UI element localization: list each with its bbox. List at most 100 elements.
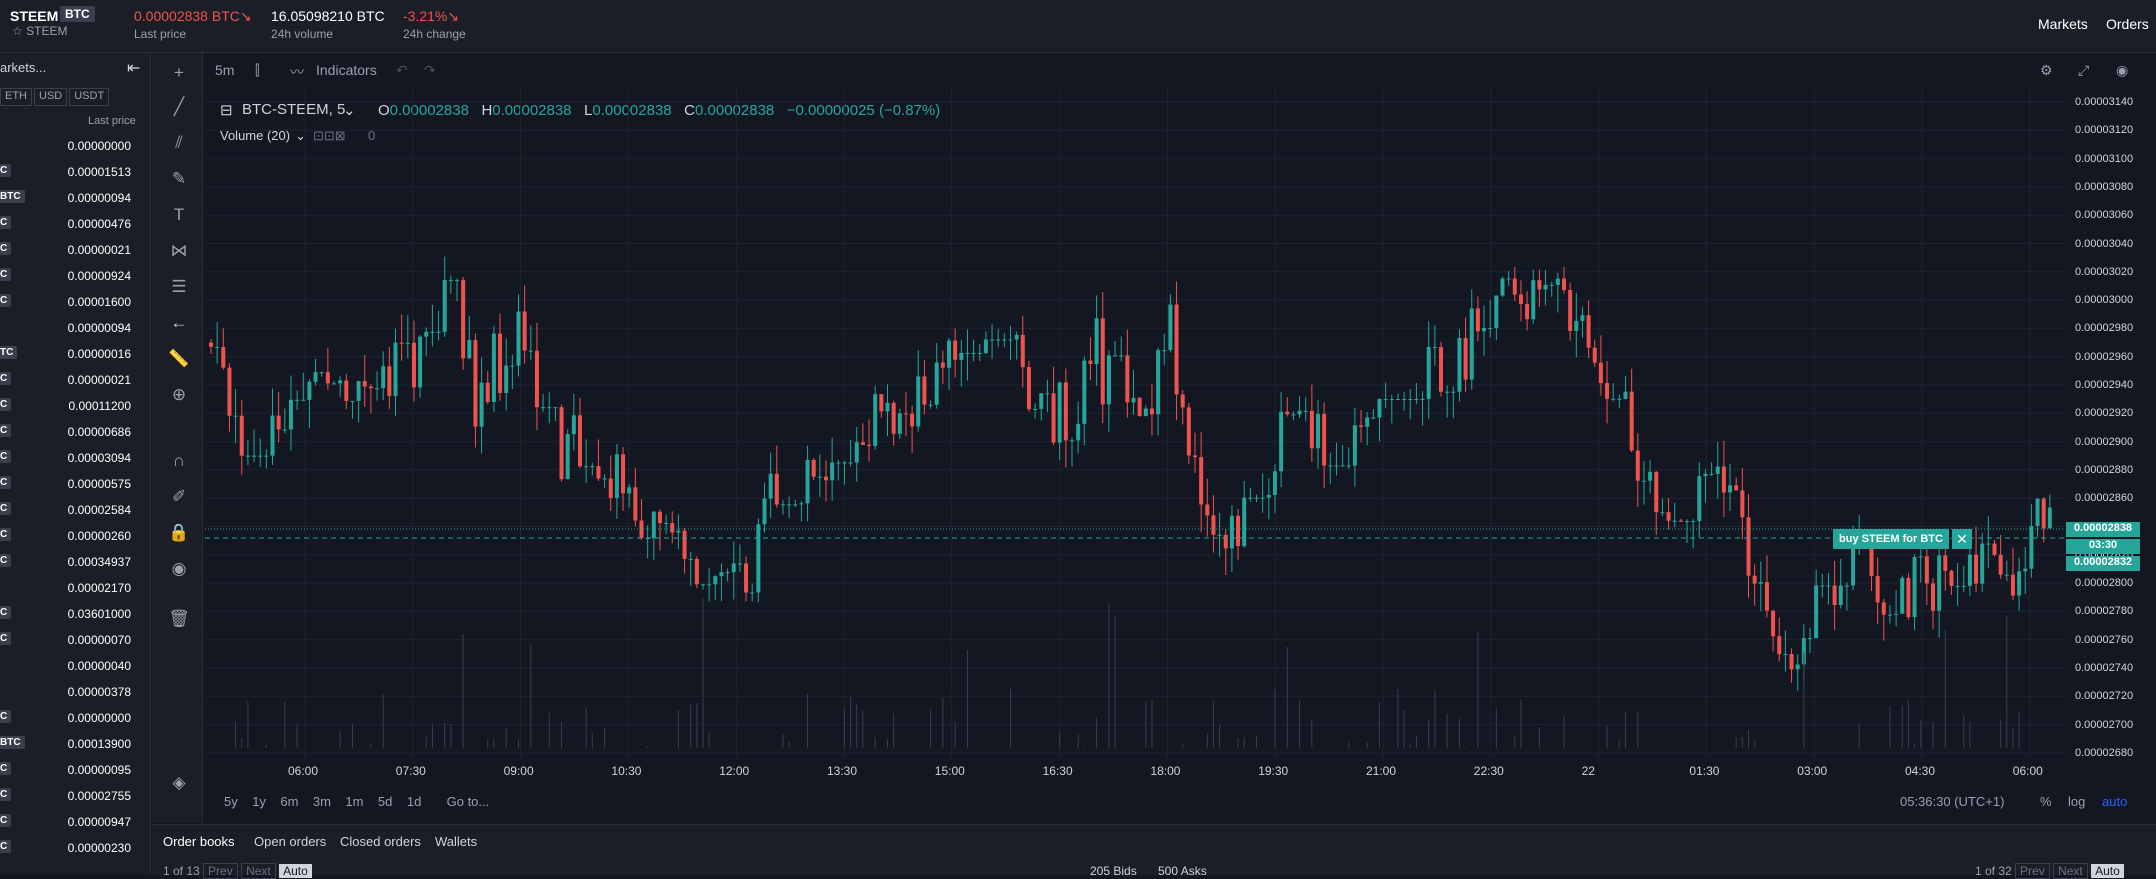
- market-row[interactable]: C0.00000947: [0, 812, 140, 832]
- market-row[interactable]: C0.03601000: [0, 604, 140, 624]
- market-row[interactable]: C0.00001513: [0, 162, 140, 182]
- fullscreen-icon[interactable]: ⤢: [2078, 62, 2089, 79]
- market-row[interactable]: C0.00000000: [0, 708, 140, 728]
- range-6m[interactable]: 6m: [280, 794, 298, 809]
- market-row[interactable]: C0.00000476: [0, 214, 140, 234]
- pair-base[interactable]: STEEM: [10, 8, 58, 24]
- layers-icon[interactable]: ◈: [168, 773, 190, 793]
- brush-icon[interactable]: ✎: [168, 169, 190, 189]
- indicators-icon[interactable]: 〰: [290, 62, 304, 82]
- asks-next-button[interactable]: Next: [2053, 863, 2088, 879]
- tab-usd[interactable]: USD: [34, 88, 67, 106]
- magnet-icon[interactable]: ∩: [168, 451, 190, 471]
- eye-icon[interactable]: ◉: [168, 559, 190, 579]
- market-row[interactable]: C0.00000260: [0, 526, 140, 546]
- price-chart[interactable]: [205, 88, 2065, 758]
- star-icon[interactable]: ☆: [12, 24, 23, 38]
- bids-next-button[interactable]: Next: [241, 863, 276, 879]
- market-row[interactable]: C0.00000070: [0, 630, 140, 650]
- tab-open-orders[interactable]: Open orders: [254, 834, 326, 849]
- settings-icon[interactable]: ⚙: [2040, 62, 2053, 79]
- pitchfork-icon[interactable]: ⫽: [168, 133, 190, 153]
- tab-wallets[interactable]: Wallets: [435, 834, 477, 849]
- scale-log[interactable]: log: [2068, 794, 2085, 809]
- redo-icon[interactable]: ↷: [424, 62, 436, 79]
- crosshair-icon[interactable]: +: [168, 63, 190, 83]
- market-row[interactable]: C0.00003094: [0, 448, 140, 468]
- range-3m[interactable]: 3m: [313, 794, 331, 809]
- market-row[interactable]: TC0.00000016: [0, 344, 140, 364]
- market-row[interactable]: BTC0.00000094: [0, 188, 140, 208]
- nav-markets[interactable]: Markets: [2038, 16, 2088, 32]
- volume-bar: [1311, 720, 1312, 748]
- scale-auto[interactable]: auto: [2102, 794, 2127, 809]
- interval-selector[interactable]: 5m: [215, 62, 234, 78]
- candle-type-icon[interactable]: ⫿: [255, 62, 259, 79]
- market-row[interactable]: C0.00000686: [0, 422, 140, 442]
- tab-usdt[interactable]: USDT: [69, 88, 109, 106]
- market-row[interactable]: C0.00000230: [0, 838, 140, 858]
- eye-toggle-icon[interactable]: ◉: [2116, 62, 2128, 79]
- candle-body: [590, 466, 594, 467]
- last-price-column-header[interactable]: Last price: [88, 115, 136, 127]
- zoom-icon[interactable]: ⊕: [168, 385, 190, 405]
- range-1m[interactable]: 1m: [345, 794, 363, 809]
- clock-timezone[interactable]: 05:36:30 (UTC+1): [1900, 794, 2004, 809]
- market-row[interactable]: C0.00000095: [0, 760, 140, 780]
- market-row[interactable]: C0.00001600: [0, 292, 140, 312]
- range-5y[interactable]: 5y: [224, 794, 238, 809]
- tab-order-books[interactable]: Order books: [163, 834, 235, 849]
- candle-body: [1224, 535, 1228, 549]
- volume-bar: [1238, 738, 1239, 748]
- market-row[interactable]: C0.00011200: [0, 396, 140, 416]
- candle-body: [1353, 425, 1357, 465]
- indicators-button[interactable]: Indicators: [316, 62, 377, 78]
- close-order-icon[interactable]: ✕: [1952, 529, 1972, 549]
- range-1y[interactable]: 1y: [252, 794, 266, 809]
- market-row[interactable]: C0.00002755: [0, 786, 140, 806]
- asks-prev-button[interactable]: Prev: [2015, 863, 2050, 879]
- ruler-icon[interactable]: 📏: [168, 349, 190, 369]
- candle-body: [1427, 347, 1431, 399]
- goto-date-button[interactable]: Go to...: [447, 794, 490, 809]
- trend-line-icon[interactable]: ╱: [168, 97, 190, 117]
- text-tool-icon[interactable]: T: [168, 205, 190, 225]
- collapse-sidebar-icon[interactable]: ⇤: [127, 58, 140, 78]
- candle-body: [1974, 555, 1978, 584]
- market-row[interactable]: 0.00000094: [0, 318, 140, 338]
- pattern-icon[interactable]: ⋈: [168, 241, 190, 261]
- market-row[interactable]: BTC0.00013900: [0, 734, 140, 754]
- market-row[interactable]: 0.00000000: [0, 136, 140, 156]
- buy-order-button[interactable]: buy STEEM for BTC: [1833, 529, 1949, 549]
- bids-prev-button[interactable]: Prev: [203, 863, 238, 879]
- volume-bar: [1902, 706, 1903, 748]
- range-5d[interactable]: 5d: [378, 794, 392, 809]
- market-row[interactable]: 0.00000378: [0, 682, 140, 702]
- market-row[interactable]: C0.00034937: [0, 552, 140, 572]
- tab-eth[interactable]: ETH: [0, 88, 32, 106]
- bids-auto-select[interactable]: Auto: [279, 864, 312, 878]
- volume-bar: [432, 725, 433, 748]
- lock-icon[interactable]: 🔒: [168, 523, 190, 543]
- market-row[interactable]: 0.00000040: [0, 656, 140, 676]
- lock-drawings-icon[interactable]: ✐: [168, 487, 190, 507]
- volume-bar: [678, 710, 679, 748]
- market-row[interactable]: C0.00002584: [0, 500, 140, 520]
- asks-auto-select[interactable]: Auto: [2091, 864, 2124, 878]
- candle-body: [517, 312, 521, 366]
- undo-icon[interactable]: ↶: [396, 62, 408, 79]
- nav-orders[interactable]: Orders: [2106, 16, 2149, 32]
- scale-percent[interactable]: %: [2040, 794, 2052, 809]
- market-row[interactable]: 0.00002170: [0, 578, 140, 598]
- market-row[interactable]: C0.00000924: [0, 266, 140, 286]
- back-arrow-icon[interactable]: ←: [168, 313, 190, 333]
- trash-icon[interactable]: 🗑: [168, 609, 190, 629]
- tab-closed-orders[interactable]: Closed orders: [340, 834, 421, 849]
- candle-body: [437, 332, 441, 333]
- market-row[interactable]: C0.00000575: [0, 474, 140, 494]
- markets-search-input[interactable]: arkets...: [0, 60, 110, 78]
- market-row[interactable]: C0.00000021: [0, 370, 140, 390]
- market-row[interactable]: C0.00000021: [0, 240, 140, 260]
- fib-tool-icon[interactable]: ☰: [168, 277, 190, 297]
- range-1d[interactable]: 1d: [407, 794, 421, 809]
